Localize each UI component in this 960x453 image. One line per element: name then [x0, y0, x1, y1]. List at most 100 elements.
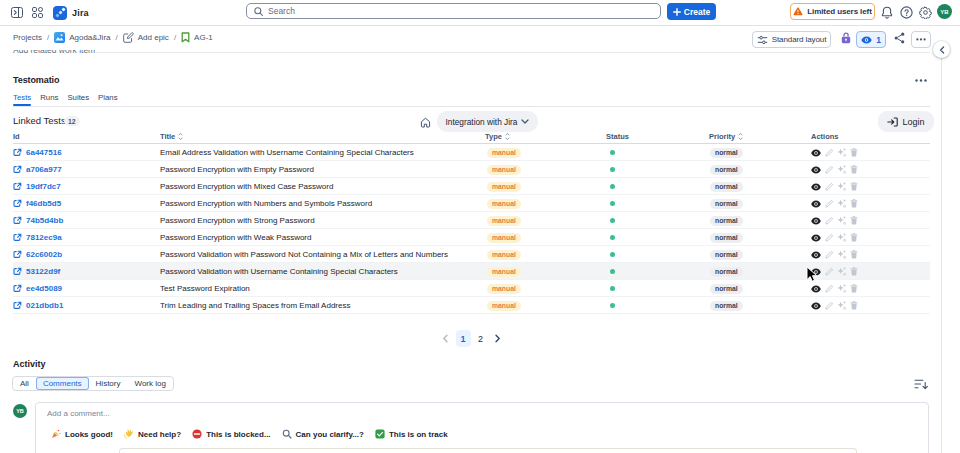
sparkle-button[interactable] — [837, 267, 846, 276]
test-id-link[interactable]: 53122d9f — [13, 263, 60, 280]
filter-work-log[interactable]: Work log — [127, 377, 172, 390]
view-more-button[interactable] — [911, 31, 931, 48]
eye-action-button[interactable] — [811, 217, 821, 225]
sparkle-button[interactable] — [837, 148, 846, 157]
eye-action-button[interactable] — [811, 251, 821, 259]
tab-tests[interactable]: Tests — [13, 93, 31, 106]
app-switcher-icon[interactable] — [32, 7, 43, 18]
column-sort-icon[interactable] — [178, 132, 183, 141]
filter-history[interactable]: History — [89, 377, 128, 390]
pagination-next[interactable] — [491, 330, 505, 347]
quick-reply-button[interactable]: This is blocked... — [192, 429, 270, 439]
filter-comments[interactable]: Comments — [36, 377, 89, 390]
sparkle-button[interactable] — [837, 165, 846, 174]
edit-row-button[interactable] — [825, 285, 833, 293]
type-badge: manual — [487, 199, 521, 209]
trash-button[interactable] — [850, 148, 858, 157]
sparkle-button[interactable] — [837, 216, 846, 225]
eye-action-button[interactable] — [811, 183, 821, 191]
sparkle-button[interactable] — [837, 199, 846, 208]
lock-icon[interactable] — [841, 32, 851, 44]
tab-suites[interactable]: Suites — [67, 93, 89, 106]
quick-reply-button[interactable]: Looks good! — [51, 429, 113, 439]
quick-reply-button[interactable]: Can you clarify...? — [282, 429, 364, 439]
notifications-icon[interactable] — [881, 6, 893, 19]
test-id-link[interactable]: 19df7dc7 — [13, 178, 61, 195]
breadcrumb-item-label: Agoda&Jira — [69, 33, 110, 42]
settings-icon[interactable] — [919, 6, 932, 19]
test-id-link[interactable]: 6a447516 — [13, 144, 62, 161]
column-sort-icon[interactable] — [738, 132, 743, 141]
trash-button[interactable] — [850, 216, 858, 225]
comment-box[interactable]: Add a comment... Looks good! Need help? … — [35, 402, 929, 453]
eye-action-button[interactable] — [811, 234, 821, 242]
edit-row-button[interactable] — [825, 149, 833, 157]
edit-row-button[interactable] — [825, 183, 833, 191]
sidebar-toggle-icon[interactable] — [11, 7, 23, 18]
test-id-link[interactable]: ee4d5089 — [13, 280, 62, 297]
standard-layout-button[interactable]: Standard layout — [752, 31, 831, 48]
test-id-link[interactable]: f46db5d5 — [13, 195, 61, 212]
watchers-button[interactable]: 1 — [856, 31, 886, 48]
test-id-link[interactable]: 021dbdb1 — [13, 297, 63, 314]
edit-row-button[interactable] — [825, 200, 833, 208]
filter-all[interactable]: All — [13, 377, 36, 390]
jira-logo[interactable] — [53, 6, 67, 20]
tab-plans[interactable]: Plans — [98, 93, 118, 106]
edit-row-button[interactable] — [825, 217, 833, 225]
edit-row-button[interactable] — [825, 251, 833, 259]
trash-button[interactable] — [850, 250, 858, 259]
limited-users-button[interactable]: Limited users left — [790, 3, 875, 20]
trash-button[interactable] — [850, 284, 858, 293]
quick-reply-button[interactable]: This is on track — [375, 429, 448, 439]
edit-row-button[interactable] — [825, 166, 833, 174]
edit-row-button[interactable] — [825, 234, 833, 242]
pagination-page-2[interactable]: 2 — [474, 330, 488, 347]
home-icon[interactable] — [420, 117, 431, 128]
eye-action-button[interactable] — [811, 149, 821, 157]
edit-row-button[interactable] — [825, 268, 833, 276]
eye-action-button[interactable] — [811, 166, 821, 174]
quick-reply-button[interactable]: Need help? — [124, 429, 181, 439]
eye-action-button[interactable] — [811, 302, 821, 310]
trash-button[interactable] — [850, 182, 858, 191]
help-icon[interactable] — [900, 6, 913, 19]
breadcrumb-item[interactable]: AG-1 — [181, 32, 213, 43]
trash-button[interactable] — [850, 165, 858, 174]
breadcrumb-item[interactable]: Projects — [13, 33, 42, 42]
sort-newest-icon[interactable] — [914, 378, 928, 390]
test-id-link[interactable]: 62c6002b — [13, 246, 62, 263]
edit-row-button[interactable] — [825, 302, 833, 310]
sparkle-button[interactable] — [837, 250, 846, 259]
eye-action-button[interactable] — [811, 268, 821, 276]
sparkle-button[interactable] — [837, 182, 846, 191]
trash-button[interactable] — [850, 199, 858, 208]
search-input[interactable]: Search — [246, 3, 661, 19]
test-id-link[interactable]: 7812ec9a — [13, 229, 62, 246]
sparkle-button[interactable] — [837, 233, 846, 242]
sparkle-button[interactable] — [837, 301, 846, 310]
user-avatar[interactable]: YB — [937, 4, 952, 19]
create-button[interactable]: Create — [667, 3, 716, 20]
test-type-cell: manual — [487, 212, 521, 229]
expand-panel-button[interactable] — [933, 41, 950, 58]
column-sort-icon[interactable] — [505, 132, 510, 141]
eye-action-button[interactable] — [811, 200, 821, 208]
pagination-page-1[interactable]: 1 — [456, 330, 471, 347]
test-id-link[interactable]: a706a977 — [13, 161, 62, 178]
column-header-type[interactable]: Type — [485, 132, 510, 141]
trash-button[interactable] — [850, 233, 858, 242]
column-header-title[interactable]: Title — [160, 132, 183, 141]
breadcrumb-item[interactable]: Agoda&Jira — [54, 32, 110, 43]
trash-button[interactable] — [850, 267, 858, 276]
pagination-prev[interactable] — [439, 330, 453, 347]
column-header-priority[interactable]: Priority — [709, 132, 743, 141]
panel-more-button[interactable] — [913, 74, 929, 86]
tab-runs[interactable]: Runs — [40, 93, 58, 106]
trash-button[interactable] — [850, 301, 858, 310]
share-icon[interactable] — [894, 32, 905, 44]
sparkle-button[interactable] — [837, 284, 846, 293]
eye-action-button[interactable] — [811, 285, 821, 293]
test-id-link[interactable]: 74b5d4bb — [13, 212, 63, 229]
breadcrumb-item[interactable]: Add epic — [123, 32, 169, 43]
